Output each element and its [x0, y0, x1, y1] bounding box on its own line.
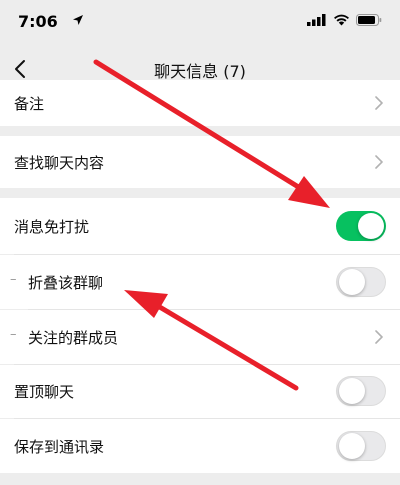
status-time: 7:06 [18, 12, 58, 31]
save-to-contacts-label: 保存到通讯录 [14, 437, 105, 456]
remark-row[interactable]: 备注 [0, 80, 400, 126]
status-bar: 7:06 [0, 0, 400, 44]
page-title: 聊天信息 (7) [154, 62, 246, 81]
fold-group-chat-row: – 折叠该群聊 [0, 255, 400, 309]
wifi-icon [334, 14, 349, 26]
signal-icon [307, 14, 326, 26]
search-chat-history-row[interactable]: 查找聊天内容 [0, 136, 400, 188]
mute-notifications-toggle[interactable] [336, 211, 386, 241]
pin-chat-toggle[interactable] [336, 376, 386, 406]
save-to-contacts-toggle[interactable] [336, 431, 386, 461]
followed-members-row[interactable]: – 关注的群成员 [0, 310, 400, 364]
toggle-knob [339, 378, 365, 404]
toggle-knob [339, 433, 365, 459]
chevron-right-icon [375, 96, 383, 110]
pin-chat-label: 置顶聊天 [14, 383, 75, 401]
location-arrow-icon [73, 15, 83, 25]
mute-notifications-label: 消息免打扰 [14, 217, 90, 236]
mute-notifications-row: 消息免打扰 [0, 198, 400, 254]
followed-members-label: 关注的群成员 [28, 328, 119, 347]
save-to-contacts-row: 保存到通讯录 [0, 419, 400, 473]
indent-dash: – [10, 272, 17, 287]
fold-group-chat-label: 折叠该群聊 [28, 273, 104, 292]
chevron-right-icon [375, 330, 383, 344]
status-icons [307, 14, 382, 26]
search-chat-history-label: 查找聊天内容 [14, 153, 105, 172]
pin-chat-row: 置顶聊天 [0, 365, 400, 418]
remark-label: 备注 [14, 94, 45, 113]
chevron-right-icon [375, 155, 383, 169]
toggle-knob [358, 213, 384, 239]
toggle-knob [339, 269, 365, 295]
indent-dash: – [10, 327, 17, 342]
fold-group-chat-toggle[interactable] [336, 267, 386, 297]
battery-icon [356, 14, 382, 26]
